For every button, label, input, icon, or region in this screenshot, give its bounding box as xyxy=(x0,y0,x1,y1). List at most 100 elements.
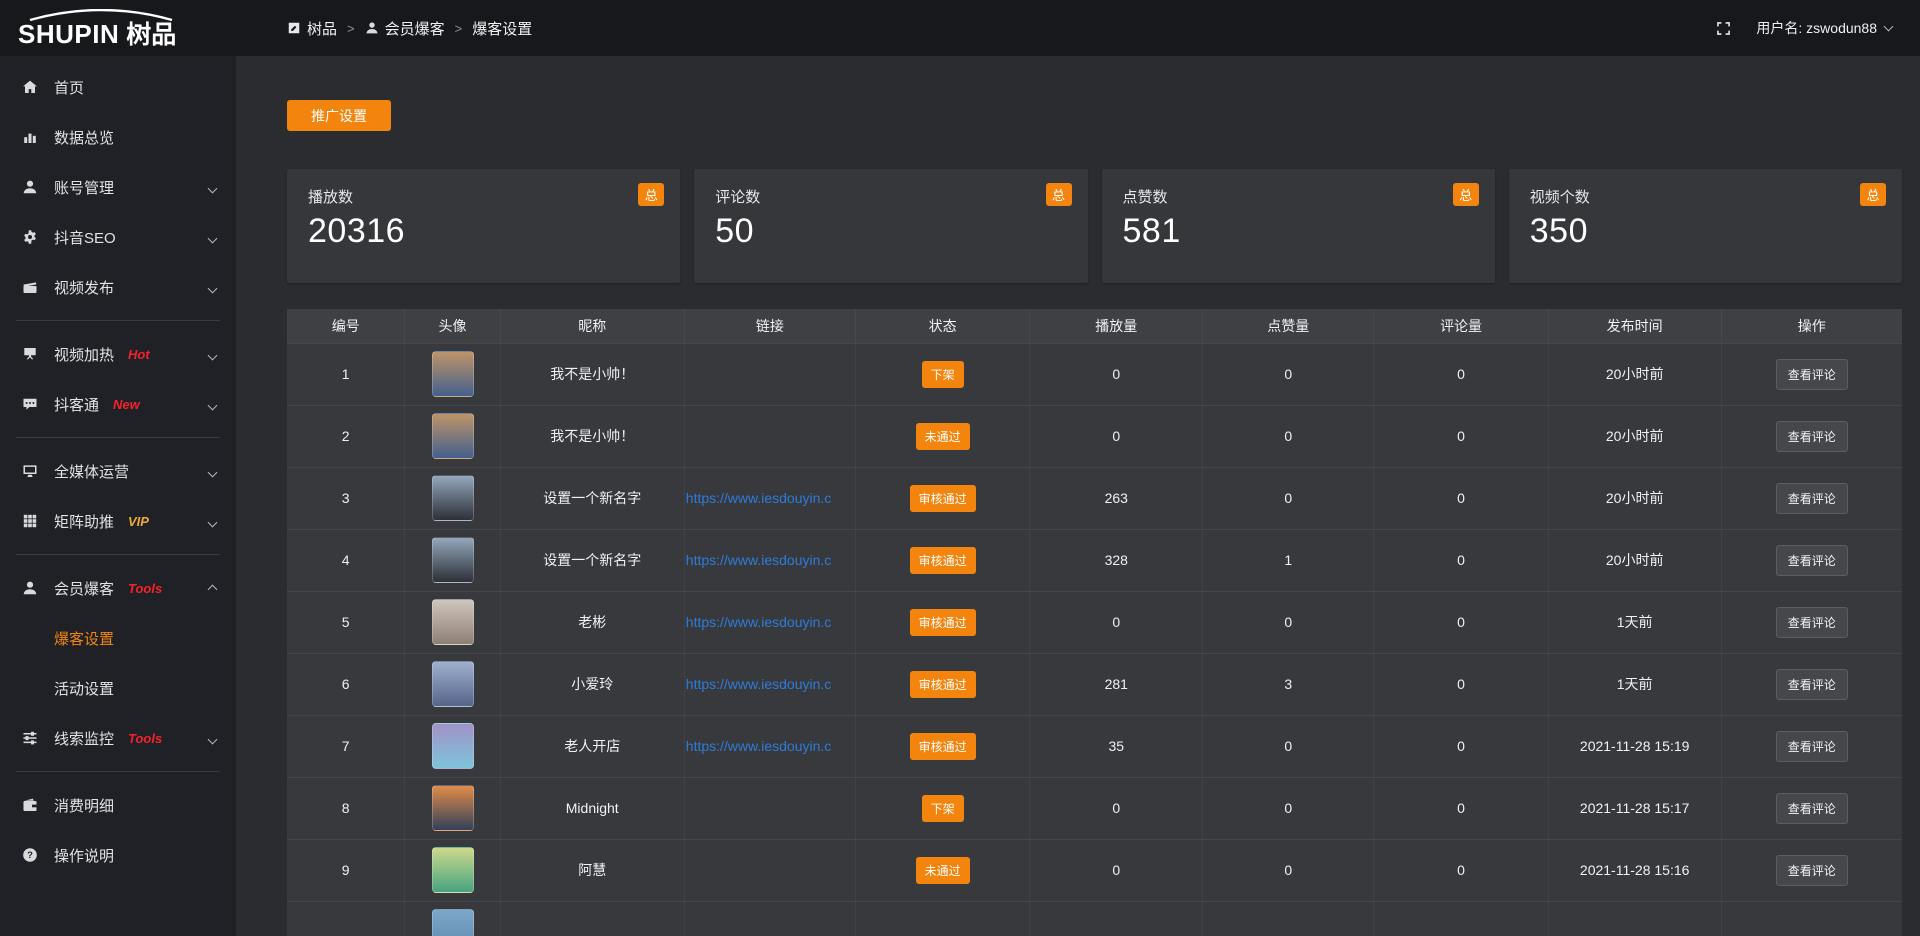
sidebar-item[interactable]: 全媒体运营 xyxy=(0,446,236,496)
cell-link xyxy=(684,777,855,839)
cell-plays: 0 xyxy=(1030,591,1203,653)
video-link[interactable]: https://www.iesdouyin.c xyxy=(686,676,832,692)
cell-comments: 0 xyxy=(1374,715,1548,777)
cell-id: 1 xyxy=(287,343,405,405)
stat-cards: 播放数20316总评论数50总点赞数581总视频个数350总 xyxy=(287,169,1902,283)
cell-status: 审核通过 xyxy=(855,591,1029,653)
sidebar-item[interactable]: 消费明细 xyxy=(0,780,236,830)
cell-comments xyxy=(1374,901,1548,936)
status-badge[interactable]: 下架 xyxy=(922,795,964,822)
column-header: 昵称 xyxy=(500,309,684,343)
chevron-down-icon xyxy=(209,513,216,530)
view-comments-button[interactable]: 查看评论 xyxy=(1776,545,1848,576)
view-comments-button[interactable]: 查看评论 xyxy=(1776,359,1848,390)
cell-avatar xyxy=(405,591,500,653)
column-header: 评论量 xyxy=(1374,309,1548,343)
stat-label: 播放数 xyxy=(308,186,659,207)
monitor-icon xyxy=(22,463,39,479)
logo[interactable]: SHUPIN 树品 xyxy=(0,9,236,48)
cell-action: 查看评论 xyxy=(1721,715,1902,777)
cell-nickname: Midnight xyxy=(500,777,684,839)
status-badge[interactable]: 审核通过 xyxy=(910,733,976,760)
view-comments-button[interactable]: 查看评论 xyxy=(1776,421,1848,452)
status-badge[interactable]: 审核通过 xyxy=(910,547,976,574)
view-comments-button[interactable]: 查看评论 xyxy=(1776,483,1848,514)
column-header: 编号 xyxy=(287,309,405,343)
app-icon xyxy=(287,21,301,35)
status-badge[interactable]: 审核通过 xyxy=(910,671,976,698)
sidebar-subitem-label: 活动设置 xyxy=(54,678,114,699)
cell-status: 审核通过 xyxy=(855,653,1029,715)
column-header: 链接 xyxy=(684,309,855,343)
cell-status: 下架 xyxy=(855,777,1029,839)
avatar xyxy=(432,351,474,397)
cell-link xyxy=(684,901,855,936)
status-badge[interactable]: 审核通过 xyxy=(910,485,976,512)
stat-total-badge: 总 xyxy=(1453,183,1479,206)
sidebar-item[interactable]: 线索监控Tools xyxy=(0,713,236,763)
avatar xyxy=(432,909,474,936)
sidebar-subitem[interactable]: 活动设置 xyxy=(0,663,236,713)
sidebar-item[interactable]: 视频发布 xyxy=(0,262,236,312)
avatar xyxy=(432,785,474,831)
sidebar-divider xyxy=(16,771,220,772)
avatar xyxy=(432,475,474,521)
status-badge[interactable]: 未通过 xyxy=(916,423,970,450)
sidebar-item[interactable]: 视频加热Hot xyxy=(0,329,236,379)
username-dropdown[interactable]: 用户名: zswodun88 xyxy=(1756,18,1892,38)
chevron-down-icon xyxy=(209,179,216,196)
sidebar-item[interactable]: 账号管理 xyxy=(0,162,236,212)
sidebar-item[interactable]: 抖音SEO xyxy=(0,212,236,262)
cell-action: 查看评论 xyxy=(1721,653,1902,715)
sidebar-subitem[interactable]: 爆客设置 xyxy=(0,613,236,663)
status-badge[interactable]: 下架 xyxy=(922,361,964,388)
table-row: 4设置一个新名字https://www.iesdouyin.c审核通过32810… xyxy=(287,529,1902,591)
video-link[interactable]: https://www.iesdouyin.c xyxy=(686,552,832,568)
sidebar-item[interactable]: 矩阵助推VIP xyxy=(0,496,236,546)
cell-action: 查看评论 xyxy=(1721,839,1902,901)
sidebar-item[interactable]: ? 操作说明 xyxy=(0,830,236,880)
view-comments-button[interactable]: 查看评论 xyxy=(1776,731,1848,762)
chevron-down-icon xyxy=(209,346,216,363)
sidebar-item-label: 账号管理 xyxy=(54,177,114,198)
sidebar-item-label: 操作说明 xyxy=(54,845,114,866)
sidebar-item-badge: Hot xyxy=(128,347,150,362)
cell-plays: 35 xyxy=(1030,715,1203,777)
sidebar-item[interactable]: 会员爆客Tools xyxy=(0,563,236,613)
cell-plays: 0 xyxy=(1030,777,1203,839)
cell-action xyxy=(1721,901,1902,936)
cell-nickname xyxy=(500,901,684,936)
video-link[interactable]: https://www.iesdouyin.c xyxy=(686,490,832,506)
column-header: 点赞量 xyxy=(1203,309,1374,343)
status-badge[interactable]: 审核通过 xyxy=(910,609,976,636)
cell-id: 6 xyxy=(287,653,405,715)
sidebar-item[interactable]: 数据总览 xyxy=(0,112,236,162)
view-comments-button[interactable]: 查看评论 xyxy=(1776,855,1848,886)
cell-status xyxy=(855,901,1029,936)
cell-link: https://www.iesdouyin.c xyxy=(684,715,855,777)
stat-value: 350 xyxy=(1530,212,1881,251)
promo-settings-button[interactable]: 推广设置 xyxy=(287,100,391,131)
stat-total-badge: 总 xyxy=(1046,183,1072,206)
cell-link xyxy=(684,405,855,467)
video-link[interactable]: https://www.iesdouyin.c xyxy=(686,614,832,630)
breadcrumb-item[interactable]: 树品 xyxy=(287,18,337,39)
fullscreen-icon[interactable] xyxy=(1715,20,1732,37)
cell-link: https://www.iesdouyin.c xyxy=(684,591,855,653)
cell-id xyxy=(287,901,405,936)
breadcrumb-separator: > xyxy=(347,21,355,36)
cell-status: 审核通过 xyxy=(855,715,1029,777)
svg-text:?: ? xyxy=(27,850,33,861)
table-row: 8Midnight下架0002021-11-28 15:17查看评论 xyxy=(287,777,1902,839)
status-badge[interactable]: 未通过 xyxy=(916,857,970,884)
view-comments-button[interactable]: 查看评论 xyxy=(1776,793,1848,824)
sidebar-item[interactable]: 首页 xyxy=(0,62,236,112)
cell-avatar xyxy=(405,405,500,467)
breadcrumb-item[interactable]: 会员爆客 xyxy=(365,18,445,39)
video-link[interactable]: https://www.iesdouyin.c xyxy=(686,738,832,754)
view-comments-button[interactable]: 查看评论 xyxy=(1776,669,1848,700)
cell-time: 20小时前 xyxy=(1548,343,1721,405)
stat-card: 评论数50总 xyxy=(694,169,1087,283)
sidebar-item[interactable]: 抖客通New xyxy=(0,379,236,429)
view-comments-button[interactable]: 查看评论 xyxy=(1776,607,1848,638)
